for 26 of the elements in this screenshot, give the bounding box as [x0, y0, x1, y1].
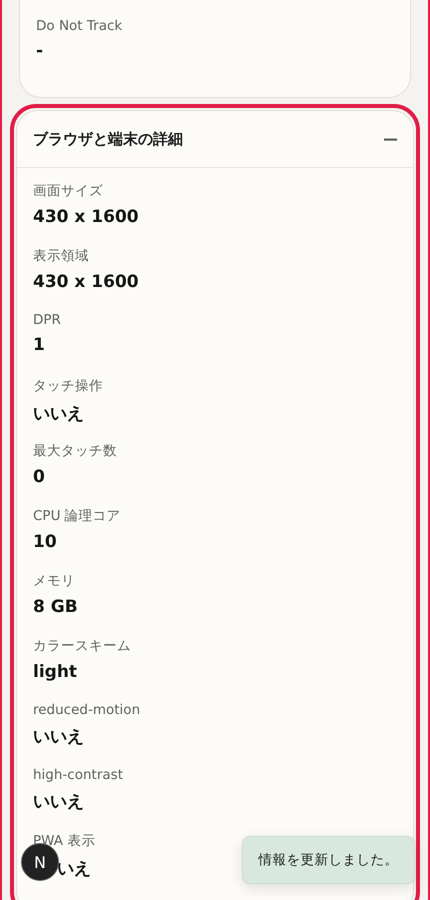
- field-label: タッチ操作: [33, 377, 104, 395]
- field-value: 0: [33, 467, 45, 487]
- field-value: 8 GB: [33, 597, 78, 617]
- field-label: メモリ: [33, 572, 76, 590]
- field-label: 最大タッチ数: [33, 442, 118, 460]
- section-title: ブラウザと端末の詳細: [33, 130, 183, 148]
- field-value: 430 x 1600: [33, 272, 139, 292]
- status-toast: 情報を更新しました。: [242, 836, 415, 884]
- field-label: CPU 論理コア: [33, 507, 122, 525]
- field-value: いえ: [57, 858, 91, 880]
- field-label: カラースキーム: [33, 637, 132, 655]
- field-label: 画面サイズ: [33, 182, 104, 200]
- field-value: いいえ: [33, 791, 84, 813]
- field-label: 表示領域: [33, 247, 90, 265]
- field-value: 1: [33, 335, 45, 355]
- field-label: DPR: [33, 312, 62, 328]
- section-header[interactable]: ブラウザと端末の詳細: [17, 111, 413, 168]
- field-value: -: [36, 41, 44, 61]
- field-value: 10: [33, 532, 57, 552]
- field-value: いいえ: [33, 726, 84, 748]
- field-label: Do Not Track: [36, 18, 124, 34]
- field-value: 430 x 1600: [33, 207, 139, 227]
- field-value: いいえ: [33, 403, 84, 425]
- field-value: light: [33, 662, 78, 682]
- field-label: reduced-motion: [33, 702, 142, 718]
- field-label: high-contrast: [33, 767, 124, 783]
